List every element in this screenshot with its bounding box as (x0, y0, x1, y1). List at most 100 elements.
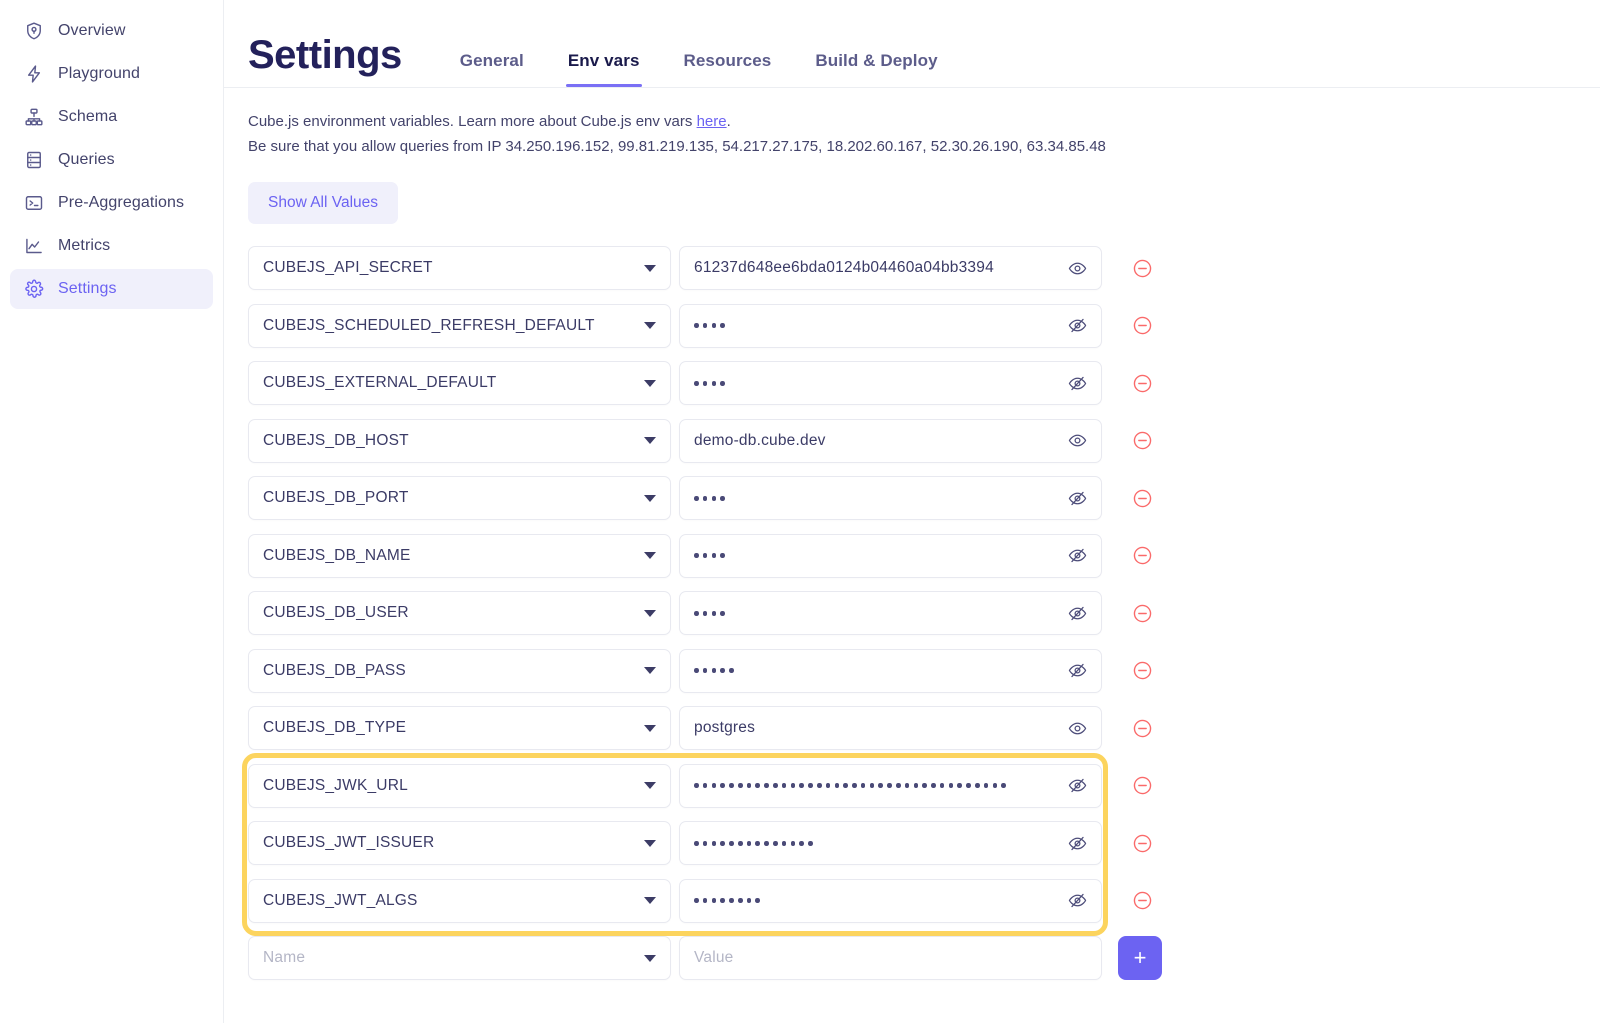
sidebar-item-overview[interactable]: Overview (10, 11, 213, 51)
remove-env-var-button[interactable] (1130, 831, 1154, 855)
env-var-value-input[interactable]: 61237d648ee6bda0124b04460a04bb3394 (679, 246, 1102, 291)
env-var-name-select[interactable]: CUBEJS_DB_NAME (248, 533, 671, 578)
env-var-value-text: demo-db.cube.dev (694, 431, 826, 449)
env-var-name-select[interactable]: CUBEJS_API_SECRET (248, 246, 671, 291)
env-vars-docs-link[interactable]: here (697, 113, 727, 130)
env-var-name-select[interactable]: CUBEJS_JWT_ISSUER (248, 821, 671, 866)
eye-slash-icon[interactable] (1068, 489, 1087, 508)
chevron-down-icon[interactable] (644, 782, 656, 790)
tab-env-vars[interactable]: Env vars (565, 51, 642, 87)
remove-env-var-button[interactable] (1130, 774, 1154, 798)
eye-icon[interactable] (1068, 719, 1087, 738)
tab-build-deploy[interactable]: Build & Deploy (815, 51, 937, 87)
env-var-value-input[interactable] (679, 878, 1102, 923)
env-var-value-input[interactable] (679, 591, 1102, 636)
env-var-name-label: CUBEJS_DB_NAME (263, 546, 411, 564)
env-var-value-input[interactable] (679, 533, 1102, 578)
chevron-down-icon[interactable] (644, 667, 656, 675)
chevron-down-icon[interactable] (644, 264, 656, 272)
eye-slash-icon[interactable] (1068, 604, 1087, 623)
description-line-1-text: Cube.js environment variables. Learn mor… (248, 113, 697, 130)
tab-resources[interactable]: Resources (684, 51, 772, 87)
env-var-row: CUBEJS_DB_HOST demo-db.cube.dev (248, 412, 1168, 470)
env-var-name-select[interactable]: CUBEJS_JWT_ALGS (248, 878, 671, 923)
sidebar-item-label: Pre-Aggregations (58, 194, 185, 211)
tab-general[interactable]: General (460, 51, 524, 87)
env-var-value-input[interactable] (679, 476, 1102, 521)
eye-slash-icon[interactable] (1068, 776, 1087, 795)
remove-env-var-button[interactable] (1130, 889, 1154, 913)
eye-slash-icon[interactable] (1068, 316, 1087, 335)
sidebar-item-queries[interactable]: Queries (10, 140, 213, 180)
env-var-name-select[interactable]: CUBEJS_DB_TYPE (248, 706, 671, 751)
env-var-name-select[interactable]: CUBEJS_DB_PORT (248, 476, 671, 521)
add-env-var-button[interactable]: + (1118, 936, 1162, 981)
chevron-down-icon[interactable] (644, 724, 656, 732)
remove-env-var-button[interactable] (1130, 371, 1154, 395)
env-var-value-input[interactable]: postgres (679, 706, 1102, 751)
env-var-value-input[interactable] (679, 303, 1102, 348)
sidebar-item-pre-aggregations[interactable]: Pre-Aggregations (10, 183, 213, 223)
sidebar-item-metrics[interactable]: Metrics (10, 226, 213, 266)
eye-icon[interactable] (1068, 431, 1087, 450)
show-all-values-button[interactable]: Show All Values (248, 181, 398, 224)
sidebar-item-label: Overview (58, 22, 126, 39)
remove-env-var-button[interactable] (1130, 429, 1154, 453)
eye-slash-icon[interactable] (1068, 661, 1087, 680)
env-var-value-input[interactable] (679, 648, 1102, 693)
remove-env-var-button[interactable] (1130, 486, 1154, 510)
sidebar-item-label: Playground (58, 65, 140, 82)
chevron-down-icon[interactable] (644, 839, 656, 847)
sidebar-item-label: Queries (58, 151, 115, 168)
env-var-value-input[interactable] (679, 361, 1102, 406)
eye-slash-icon[interactable] (1068, 834, 1087, 853)
env-var-value-input[interactable]: demo-db.cube.dev (679, 418, 1102, 463)
chevron-down-icon[interactable] (644, 609, 656, 617)
eye-slash-icon[interactable] (1068, 374, 1087, 393)
chevron-down-icon[interactable] (644, 954, 656, 962)
description-line-2: Be sure that you allow queries from IP 3… (248, 137, 1106, 155)
env-var-name-select[interactable]: CUBEJS_DB_HOST (248, 418, 671, 463)
eye-slash-icon[interactable] (1068, 546, 1087, 565)
chevron-down-icon[interactable] (644, 379, 656, 387)
new-env-var-value-input[interactable]: Value (679, 936, 1102, 981)
chevron-down-icon[interactable] (644, 897, 656, 905)
description-line-1-period: . (726, 113, 731, 130)
sidebar-item-label: Settings (58, 280, 117, 297)
new-env-var-name-placeholder: Name (263, 949, 306, 967)
env-var-name-label: CUBEJS_JWT_ALGS (263, 891, 418, 909)
main-content: Settings General Env vars Resources Build &… (224, 0, 1600, 1023)
chevron-down-icon[interactable] (644, 322, 656, 330)
remove-env-var-button[interactable] (1130, 601, 1154, 625)
chevron-down-icon[interactable] (644, 552, 656, 560)
env-var-name-select[interactable]: CUBEJS_DB_PASS (248, 648, 671, 693)
env-var-name-label: CUBEJS_DB_PASS (263, 661, 406, 679)
env-var-name-select[interactable]: CUBEJS_EXTERNAL_DEFAULT (248, 361, 671, 406)
sidebar-item-schema[interactable]: Schema (10, 97, 213, 137)
settings-content: Cube.js environment variables. Learn mor… (224, 88, 1600, 987)
chevron-down-icon[interactable] (644, 494, 656, 502)
sidebar-item-playground[interactable]: Playground (10, 54, 213, 94)
masked-value-dots (694, 535, 1060, 577)
env-var-name-label: CUBEJS_DB_TYPE (263, 719, 407, 737)
sidebar-item-settings[interactable]: Settings (10, 269, 213, 309)
eye-slash-icon[interactable] (1068, 891, 1087, 910)
env-var-name-select[interactable]: CUBEJS_SCHEDULED_REFRESH_DEFAULT (248, 303, 671, 348)
env-var-value-input[interactable] (679, 821, 1102, 866)
page-header: Settings General Env vars Resources Build &… (224, 0, 1600, 88)
chevron-down-icon[interactable] (644, 437, 656, 445)
description-line-1: Cube.js environment variables. Learn mor… (248, 110, 1576, 135)
env-var-name-select[interactable]: CUBEJS_JWK_URL (248, 763, 671, 808)
new-env-var-name-select[interactable]: Name (248, 936, 671, 981)
remove-env-var-button[interactable] (1130, 544, 1154, 568)
eye-icon[interactable] (1068, 259, 1087, 278)
remove-env-var-button[interactable] (1130, 256, 1154, 280)
remove-env-var-button[interactable] (1130, 659, 1154, 683)
masked-value-dots (694, 880, 1060, 922)
masked-value-dots (694, 305, 1060, 347)
remove-env-var-button[interactable] (1130, 716, 1154, 740)
env-var-value-input[interactable] (679, 763, 1102, 808)
server-list-icon (24, 150, 44, 170)
remove-env-var-button[interactable] (1130, 314, 1154, 338)
env-var-name-select[interactable]: CUBEJS_DB_USER (248, 591, 671, 636)
